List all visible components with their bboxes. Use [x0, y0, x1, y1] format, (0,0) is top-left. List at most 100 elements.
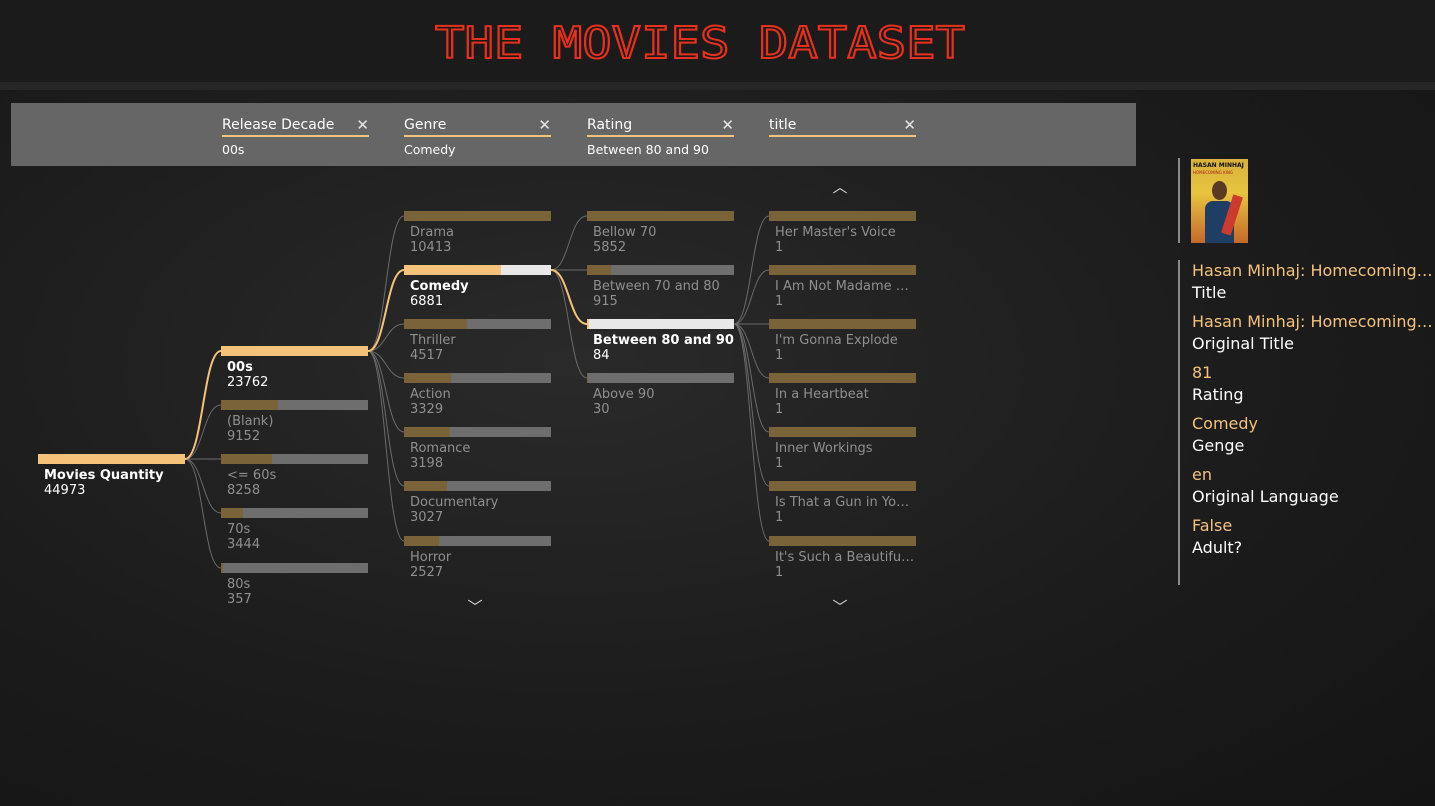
node-bar-fill	[221, 563, 224, 573]
node-value: 6881	[410, 294, 444, 309]
node-label: Horror	[410, 550, 452, 565]
node-label: Inner Workings	[775, 441, 873, 456]
rating-node[interactable]: Above 90 30	[587, 373, 734, 417]
node-value: 2527	[410, 565, 444, 580]
title-node[interactable]: Her Master's Voice 1	[769, 211, 916, 255]
field-value: Hasan Minhaj: Homecoming King	[1192, 261, 1435, 280]
node-bar-fill	[404, 211, 551, 221]
node-bar-fill	[38, 454, 185, 464]
node-bar	[587, 265, 734, 275]
node-bar	[769, 265, 916, 275]
node-bar	[221, 508, 368, 518]
field-label: Genge	[1192, 436, 1245, 455]
connector	[184, 458, 222, 569]
connector	[733, 323, 770, 542]
node-value: 44973	[44, 483, 86, 498]
genre-node[interactable]: Horror 2527	[404, 536, 551, 580]
node-bar-fill	[404, 265, 502, 275]
node-bar-fill	[769, 536, 916, 546]
node-bar-fill	[404, 481, 447, 491]
node-label: Bellow 70	[593, 225, 657, 240]
connector	[184, 404, 222, 460]
node-bar	[221, 454, 368, 464]
scroll-down-icon[interactable]: ﹀	[830, 600, 850, 615]
field-label: Original Title	[1192, 334, 1294, 353]
scroll-up-icon[interactable]: ︿	[830, 180, 850, 195]
rating-node[interactable]: Between 70 and 80 915	[587, 265, 734, 309]
card-field: False Adult?	[1192, 515, 1435, 559]
rating-node[interactable]: Bellow 70 5852	[587, 211, 734, 255]
node-label: It's Such a Beautiful Day	[775, 550, 916, 565]
title-node[interactable]: I Am Not Madame Bov...1	[769, 265, 916, 309]
field-value: en	[1192, 465, 1212, 484]
node-label: Romance	[410, 441, 471, 456]
node-value: 4517	[410, 348, 444, 363]
tree-root-node[interactable]: Movies Quantity 44973	[38, 454, 185, 498]
genre-node[interactable]: Romance 3198	[404, 427, 551, 471]
node-label: Between 70 and 80	[593, 279, 720, 294]
node-value: 1	[775, 348, 784, 363]
node-bar	[769, 536, 916, 546]
node-bar	[587, 211, 734, 221]
title-node[interactable]: In a Heartbeat 1	[769, 373, 916, 417]
node-bar-fill	[221, 346, 368, 356]
node-bar-fill	[769, 427, 916, 437]
node-bar	[404, 211, 551, 221]
node-bar	[769, 481, 916, 491]
node-label: 80s	[227, 577, 251, 592]
node-label: Drama	[410, 225, 454, 240]
card-field: Hasan Minhaj: Homecoming King Title	[1192, 260, 1435, 304]
node-label: Movies Quantity	[44, 468, 164, 483]
node-value: 1	[775, 402, 784, 417]
node-value: 915	[593, 294, 618, 309]
node-bar-fill	[769, 373, 916, 383]
card-fields: Hasan Minhaj: Homecoming King Title Hasan…	[1178, 260, 1435, 585]
node-label: In a Heartbeat	[775, 387, 869, 402]
genre-node[interactable]: Action 3329	[404, 373, 551, 417]
node-value: 1	[775, 294, 784, 309]
node-bar	[221, 346, 368, 356]
node-label: <= 60s	[227, 468, 277, 483]
title-node[interactable]: It's Such a Beautiful Day1	[769, 536, 916, 580]
node-label: I'm Gonna Explode	[775, 333, 898, 348]
node-bar-fill	[769, 319, 916, 329]
node-value: 23762	[227, 375, 269, 390]
genre-node[interactable]: Comedy 6881	[404, 265, 551, 309]
decade-node[interactable]: 80s 357	[221, 563, 368, 607]
field-value: False	[1192, 516, 1233, 535]
node-bar	[769, 319, 916, 329]
node-bar-fill	[769, 481, 916, 491]
genre-node[interactable]: Documentary 3027	[404, 481, 551, 525]
connector	[367, 350, 405, 487]
genre-node[interactable]: Drama 10413	[404, 211, 551, 255]
connector	[550, 215, 588, 271]
node-bar	[404, 319, 551, 329]
decade-node[interactable]: (Blank) 9152	[221, 400, 368, 444]
node-bar-fill	[404, 373, 452, 383]
genre-node[interactable]: Thriller 4517	[404, 319, 551, 363]
decade-node[interactable]: 00s 23762	[221, 346, 368, 390]
node-label: 00s	[227, 360, 253, 375]
scroll-down-icon[interactable]: ﹀	[465, 600, 485, 615]
node-bar	[38, 454, 185, 464]
node-value: 3198	[410, 456, 444, 471]
node-bar	[587, 319, 734, 329]
decade-node[interactable]: <= 60s 8258	[221, 454, 368, 498]
title-node[interactable]: I'm Gonna Explode 1	[769, 319, 916, 363]
node-value: 10413	[410, 240, 452, 255]
title-node[interactable]: Inner Workings 1	[769, 427, 916, 471]
node-label: 70s	[227, 522, 251, 537]
rating-node[interactable]: Between 80 and 90 84	[587, 319, 734, 363]
card-field: Comedy Genge	[1192, 413, 1435, 457]
poster-title: HASAN MINHAJ	[1193, 162, 1244, 169]
title-node[interactable]: Is That a Gun in Your P...1	[769, 481, 916, 525]
node-bar-fill	[769, 265, 916, 275]
node-bar	[404, 481, 551, 491]
node-bar-fill	[221, 400, 279, 410]
node-bar	[404, 427, 551, 437]
node-value: 3444	[227, 537, 261, 552]
node-label: Above 90	[593, 387, 655, 402]
node-bar-fill	[587, 373, 589, 383]
decade-node[interactable]: 70s 3444	[221, 508, 368, 552]
node-bar-fill	[221, 508, 244, 518]
